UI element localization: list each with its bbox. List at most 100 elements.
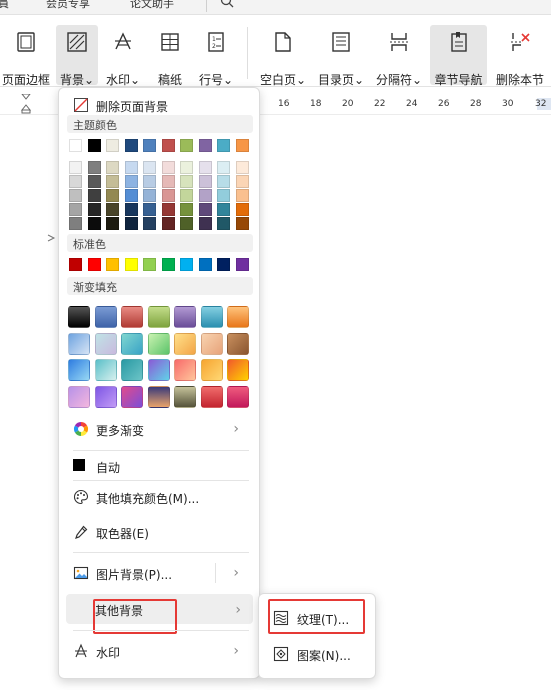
- toc-page-button[interactable]: 目录页⌄: [314, 25, 368, 87]
- theme-shade-swatch[interactable]: [124, 161, 138, 174]
- gradient-swatch[interactable]: [200, 359, 223, 381]
- theme-color-swatch[interactable]: [106, 139, 119, 152]
- theme-shade-swatch[interactable]: [198, 161, 212, 174]
- eyedropper-item[interactable]: 取色器(E): [67, 519, 251, 545]
- theme-color-swatch[interactable]: [198, 139, 212, 152]
- theme-shade-swatch[interactable]: [106, 161, 119, 174]
- standard-color-swatch[interactable]: [217, 258, 230, 271]
- theme-shade-swatch[interactable]: [143, 175, 156, 188]
- theme-shade-swatch[interactable]: [161, 217, 175, 230]
- gradient-swatch[interactable]: [174, 385, 196, 408]
- theme-shade-swatch[interactable]: [69, 203, 82, 216]
- theme-shade-swatch[interactable]: [69, 175, 82, 188]
- theme-shade-swatch[interactable]: [143, 161, 156, 174]
- theme-shade-swatch[interactable]: [217, 189, 230, 202]
- theme-shade-swatch[interactable]: [217, 161, 230, 174]
- tab-member[interactable]: 会员专享: [46, 0, 90, 11]
- gradient-swatch[interactable]: [227, 385, 249, 408]
- theme-shade-swatch[interactable]: [180, 203, 193, 216]
- line-number-button[interactable]: 12 行号⌄: [195, 25, 237, 87]
- theme-shade-swatch[interactable]: [87, 189, 101, 202]
- gradient-swatch[interactable]: [174, 359, 196, 381]
- theme-shade-swatch[interactable]: [124, 203, 138, 216]
- theme-color-swatch[interactable]: [180, 139, 193, 152]
- gradient-swatch[interactable]: [94, 359, 117, 381]
- gradient-swatch[interactable]: [227, 359, 249, 381]
- theme-shade-swatch[interactable]: [180, 161, 193, 174]
- gradient-swatch[interactable]: [227, 306, 249, 328]
- theme-color-swatch[interactable]: [69, 139, 82, 152]
- blank-page-button[interactable]: 空白页⌄: [256, 25, 310, 87]
- gradient-swatch[interactable]: [200, 385, 223, 408]
- gradient-swatch[interactable]: [200, 332, 223, 355]
- theme-shade-swatch[interactable]: [217, 175, 230, 188]
- theme-shade-swatch[interactable]: [106, 175, 119, 188]
- theme-color-swatch[interactable]: [143, 139, 156, 152]
- theme-shade-swatch[interactable]: [87, 203, 101, 216]
- theme-shade-swatch[interactable]: [217, 203, 230, 216]
- gradient-swatch[interactable]: [121, 332, 143, 355]
- standard-color-swatch[interactable]: [87, 258, 101, 271]
- theme-shade-swatch[interactable]: [143, 203, 156, 216]
- search-icon[interactable]: [220, 0, 234, 11]
- gradient-swatch[interactable]: [94, 332, 117, 355]
- watermark-item[interactable]: 水印 ›: [67, 638, 251, 664]
- standard-color-swatch[interactable]: [106, 258, 119, 271]
- theme-shade-swatch[interactable]: [235, 189, 249, 202]
- standard-color-swatch[interactable]: [180, 258, 193, 271]
- theme-shade-swatch[interactable]: [161, 189, 175, 202]
- gradient-swatch[interactable]: [68, 359, 90, 381]
- picture-background-item[interactable]: 图片背景(P)... ›: [67, 560, 251, 586]
- theme-shade-swatch[interactable]: [143, 189, 156, 202]
- theme-shade-swatch[interactable]: [124, 175, 138, 188]
- chapter-nav-button[interactable]: 章节导航: [430, 25, 487, 87]
- theme-shade-swatch[interactable]: [87, 161, 101, 174]
- gradient-swatch[interactable]: [68, 332, 90, 355]
- auto-color-item[interactable]: 自动: [67, 453, 251, 479]
- other-fill-color-item[interactable]: 其他填充颜色(M)...: [67, 484, 251, 510]
- theme-shade-swatch[interactable]: [235, 217, 249, 230]
- gradient-swatch[interactable]: [147, 359, 170, 381]
- gradient-swatch[interactable]: [147, 332, 170, 355]
- standard-color-swatch[interactable]: [124, 258, 138, 271]
- pattern-item[interactable]: 图案(N)...: [267, 640, 367, 668]
- theme-shade-swatch[interactable]: [143, 217, 156, 230]
- gradient-swatch[interactable]: [147, 385, 170, 408]
- page-border-button[interactable]: 页面边框: [0, 25, 52, 87]
- manuscript-paper-button[interactable]: 稿纸: [150, 25, 190, 87]
- theme-shade-swatch[interactable]: [124, 217, 138, 230]
- theme-shade-swatch[interactable]: [180, 217, 193, 230]
- theme-shade-swatch[interactable]: [235, 161, 249, 174]
- indent-marker-icon[interactable]: [20, 94, 32, 114]
- theme-shade-swatch[interactable]: [180, 175, 193, 188]
- theme-color-swatch[interactable]: [217, 139, 230, 152]
- delete-section-button[interactable]: 删除本节: [492, 25, 548, 87]
- gradient-swatch[interactable]: [121, 359, 143, 381]
- theme-shade-swatch[interactable]: [69, 161, 82, 174]
- theme-shade-swatch[interactable]: [235, 175, 249, 188]
- theme-shade-swatch[interactable]: [161, 161, 175, 174]
- theme-shade-swatch[interactable]: [87, 175, 101, 188]
- theme-shade-swatch[interactable]: [161, 175, 175, 188]
- gradient-swatch[interactable]: [174, 332, 196, 355]
- theme-shade-swatch[interactable]: [106, 203, 119, 216]
- theme-shade-swatch[interactable]: [198, 217, 212, 230]
- gradient-swatch[interactable]: [68, 306, 90, 328]
- theme-shade-swatch[interactable]: [69, 217, 82, 230]
- gradient-swatch[interactable]: [227, 332, 249, 355]
- standard-color-swatch[interactable]: [235, 258, 249, 271]
- theme-shade-swatch[interactable]: [198, 189, 212, 202]
- gradient-swatch[interactable]: [200, 306, 223, 328]
- theme-shade-swatch[interactable]: [198, 203, 212, 216]
- theme-shade-swatch[interactable]: [161, 203, 175, 216]
- separator-button[interactable]: 分隔符⌄: [372, 25, 426, 87]
- theme-shade-swatch[interactable]: [198, 175, 212, 188]
- theme-shade-swatch[interactable]: [124, 189, 138, 202]
- gradient-swatch[interactable]: [68, 385, 90, 408]
- theme-shade-swatch[interactable]: [106, 217, 119, 230]
- tab-paper-assistant[interactable]: 论文助手: [130, 0, 174, 11]
- theme-shade-swatch[interactable]: [180, 189, 193, 202]
- tab-partial[interactable]: 員: [0, 0, 9, 11]
- gradient-swatch[interactable]: [94, 306, 117, 328]
- theme-shade-swatch[interactable]: [235, 203, 249, 216]
